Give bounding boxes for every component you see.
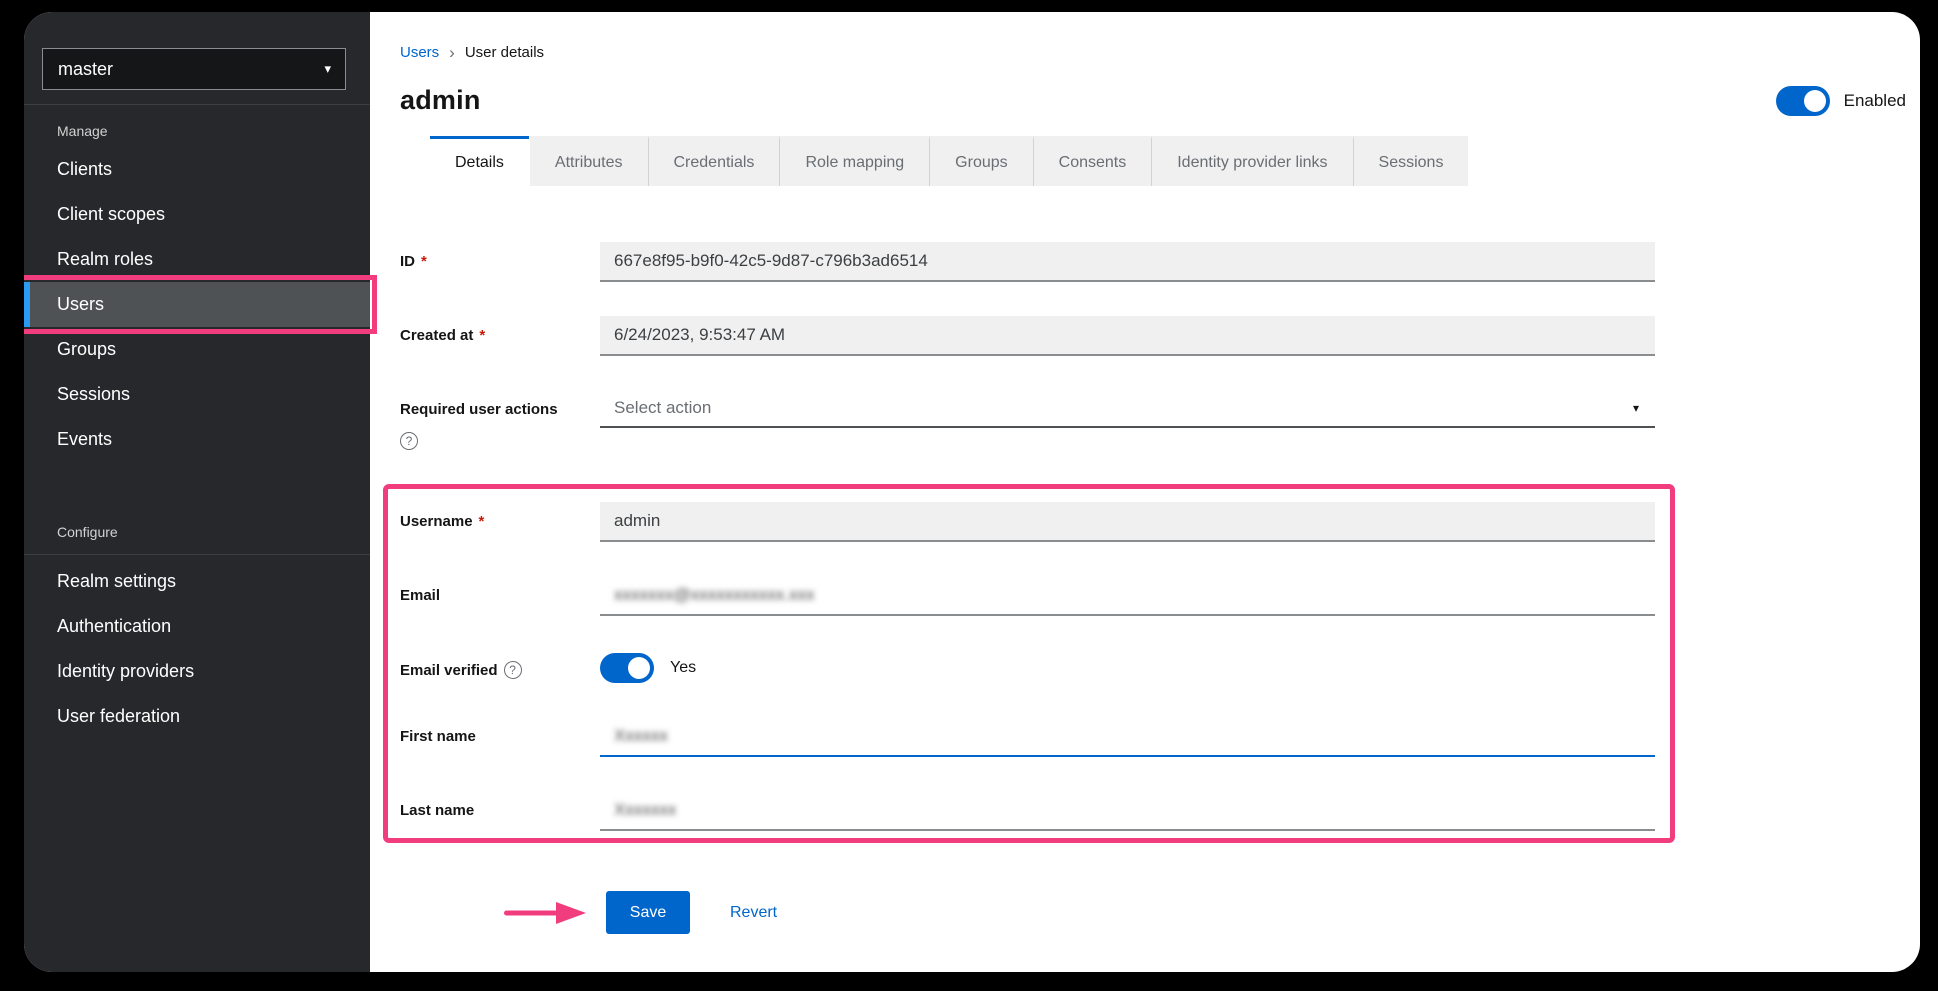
email-label-cell: Email (400, 576, 600, 616)
sidebar-section-manage: Manage Clients Client scopes Realm roles… (24, 104, 370, 462)
required-user-actions-select[interactable]: Select action ▾ (600, 390, 1655, 428)
email-verified-toggle[interactable] (600, 653, 654, 683)
id-label: ID (400, 253, 415, 270)
form-row-email: Email xxxxxxx@xxxxxxxxxxx.xxx (400, 576, 1655, 616)
breadcrumb: Users › User details (400, 44, 1906, 61)
sidebar-item-realm-roles[interactable]: Realm roles (24, 237, 370, 282)
help-icon[interactable]: ? (504, 661, 522, 679)
sidebar-item-realm-settings[interactable]: Realm settings (24, 559, 370, 604)
username-field: admin (600, 502, 1655, 542)
required-asterisk: * (421, 253, 427, 270)
first-name-field[interactable]: Xxxxxx (600, 717, 1655, 757)
form-row-required-user-actions: Required user actions ? Select action ▾ (400, 390, 1655, 450)
realm-selector-value: master (58, 59, 113, 80)
realm-selector[interactable]: master ▾ (42, 48, 346, 90)
breadcrumb-current: User details (465, 44, 544, 61)
form-row-last-name: Last name Xxxxxxx (400, 791, 1655, 831)
id-field: 667e8f95-b9f0-42c5-9d87-c796b3ad6514 (600, 242, 1655, 282)
tab-sessions[interactable]: Sessions (1354, 136, 1469, 186)
created-at-label-cell: Created at * (400, 316, 600, 356)
first-name-label: First name (400, 728, 476, 745)
enabled-toggle-label: Enabled (1844, 91, 1906, 111)
email-label: Email (400, 587, 440, 604)
sidebar-item-clients[interactable]: Clients (24, 147, 370, 192)
revert-link[interactable]: Revert (730, 904, 777, 922)
sidebar-item-groups[interactable]: Groups (24, 327, 370, 372)
sidebar-section-configure: Configure Realm settings Authentication … (24, 506, 370, 739)
username-label-cell: Username * (400, 502, 600, 542)
last-name-label-cell: Last name (400, 791, 600, 831)
page-header: admin Enabled (400, 85, 1906, 116)
help-icon[interactable]: ? (400, 432, 418, 450)
email-verified-label: Email verified (400, 662, 498, 679)
last-name-field[interactable]: Xxxxxxx (600, 791, 1655, 831)
sidebar-item-events[interactable]: Events (24, 417, 370, 462)
form-row-username: Username * admin (400, 502, 1655, 542)
sidebar-item-sessions[interactable]: Sessions (24, 372, 370, 417)
page-title: admin (400, 85, 481, 116)
last-name-redacted-value: Xxxxxxx (614, 800, 676, 820)
sidebar-item-identity-providers[interactable]: Identity providers (24, 649, 370, 694)
first-name-redacted-value: Xxxxxx (614, 726, 668, 746)
tab-bar: Details Attributes Credentials Role mapp… (430, 136, 1906, 186)
sidebar-section-configure-title: Configure (24, 516, 370, 555)
form-row-id: ID * 667e8f95-b9f0-42c5-9d87-c796b3ad651… (400, 242, 1655, 282)
form-row-email-verified: Email verified ? Yes (400, 650, 1655, 683)
enabled-toggle-group: Enabled (1776, 86, 1906, 116)
sidebar: master ▾ Manage Clients Client scopes Re… (24, 12, 370, 972)
tab-groups[interactable]: Groups (930, 136, 1033, 186)
tab-credentials[interactable]: Credentials (649, 136, 781, 186)
sidebar-item-authentication[interactable]: Authentication (24, 604, 370, 649)
username-label: Username (400, 513, 473, 530)
id-label-cell: ID * (400, 242, 600, 282)
required-user-actions-placeholder: Select action (614, 398, 711, 418)
email-field[interactable]: xxxxxxx@xxxxxxxxxxx.xxx (600, 576, 1655, 616)
tab-details[interactable]: Details (430, 136, 529, 186)
tab-consents[interactable]: Consents (1034, 136, 1153, 186)
annotation-highlight-box: Username * admin Email (383, 484, 1675, 843)
form-row-created-at: Created at * 6/24/2023, 9:53:47 AM (400, 316, 1655, 356)
chevron-down-icon: ▾ (324, 61, 331, 77)
save-button[interactable]: Save (606, 891, 690, 934)
chevron-down-icon: ▾ (1633, 401, 1639, 415)
main-content: Users › User details admin Enabled Detai… (370, 12, 1920, 972)
first-name-label-cell: First name (400, 717, 600, 757)
email-redacted-value: xxxxxxx@xxxxxxxxxxx.xxx (614, 585, 814, 605)
last-name-label: Last name (400, 802, 474, 819)
sidebar-item-users[interactable]: Users (24, 282, 370, 327)
tab-role-mapping[interactable]: Role mapping (780, 136, 930, 186)
created-at-field: 6/24/2023, 9:53:47 AM (600, 316, 1655, 356)
tab-identity-provider-links[interactable]: Identity provider links (1152, 136, 1353, 186)
user-details-form: ID * 667e8f95-b9f0-42c5-9d87-c796b3ad651… (400, 242, 1655, 934)
sidebar-section-manage-title: Manage (24, 115, 370, 147)
tab-attributes[interactable]: Attributes (530, 136, 649, 186)
email-verified-label-cell: Email verified ? (400, 650, 600, 683)
required-asterisk: * (479, 327, 485, 344)
breadcrumb-separator-icon: › (449, 44, 455, 61)
sidebar-item-user-federation[interactable]: User federation (24, 694, 370, 739)
annotation-arrow-icon (500, 900, 588, 926)
email-verified-state: Yes (670, 659, 696, 677)
app-window: master ▾ Manage Clients Client scopes Re… (24, 12, 1920, 972)
form-row-first-name: First name Xxxxxx (400, 717, 1655, 757)
required-asterisk: * (479, 513, 485, 530)
toggle-knob (628, 657, 650, 679)
required-user-actions-label-cell: Required user actions ? (400, 390, 600, 450)
created-at-label: Created at (400, 327, 473, 344)
enabled-toggle[interactable] (1776, 86, 1830, 116)
breadcrumb-users-link[interactable]: Users (400, 44, 439, 61)
sidebar-item-client-scopes[interactable]: Client scopes (24, 192, 370, 237)
form-actions: Save Revert (400, 891, 1655, 934)
required-user-actions-label: Required user actions (400, 401, 558, 418)
toggle-knob (1804, 90, 1826, 112)
